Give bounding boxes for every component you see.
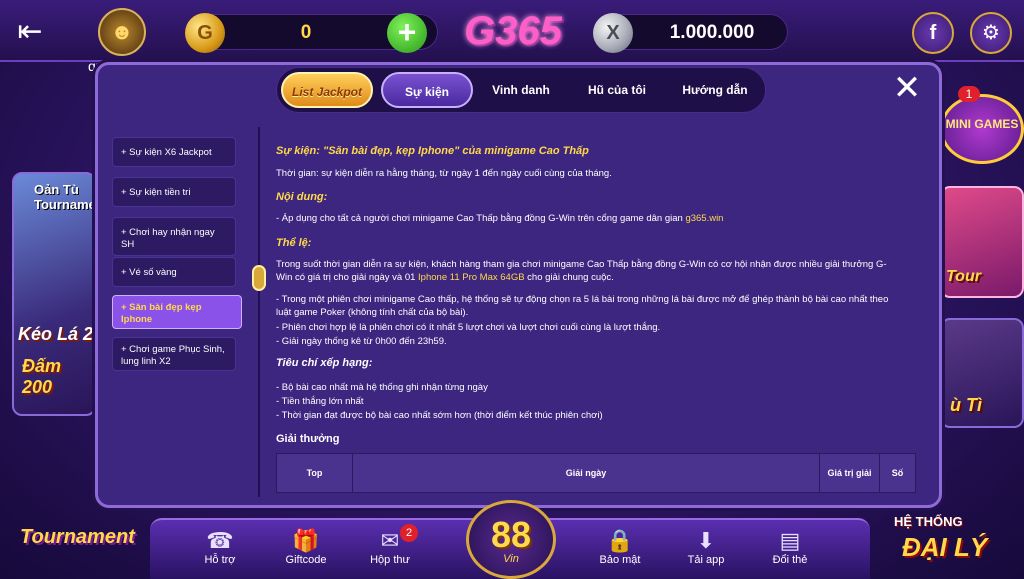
tab-honor[interactable]: Vinh danh <box>475 72 567 108</box>
site-link[interactable]: g365.win <box>685 213 723 224</box>
menu-item-x6-jackpot[interactable]: + Sự kiện X6 Jackpot <box>112 137 236 167</box>
game-label: ù Tì <box>950 395 982 415</box>
gold-balance-bar: G 0 + <box>185 13 438 53</box>
gold-coin-icon: G <box>185 13 225 53</box>
table-header-count: Số <box>879 453 916 493</box>
headset-icon: ☎ <box>206 528 234 553</box>
nav-giftcode-label: Giftcode <box>285 554 327 566</box>
prize-table: Top Giải ngày Giá trị giải Số <box>276 453 916 493</box>
menu-item-lottery[interactable]: + Vé số vàng <box>112 257 236 287</box>
gold-balance: 0 <box>300 22 312 43</box>
nav-inbox[interactable]: ✉ Hộp thư 2 <box>358 524 422 566</box>
event-modal: List Jackpot Sự kiện Vinh danh Hũ của tô… <box>95 62 942 508</box>
exit-icon[interactable]: ⇤ <box>10 14 50 50</box>
promo-title: Oản Tù Tournament <box>34 182 96 212</box>
silver-balance: 1.000.000 <box>669 22 755 43</box>
agent-label-1: HỆ THỐNG <box>894 514 963 529</box>
divider-handle <box>252 265 266 291</box>
agent-system-button[interactable]: HỆ THỐNG ĐẠI LÝ <box>880 508 1010 578</box>
table-header-value: Giá trị giải <box>819 453 880 493</box>
silver-balance-bar: X 1.000.000 <box>593 13 788 53</box>
menu-item-iphone[interactable]: + Săn bài đẹp kẹp Iphone <box>112 295 242 329</box>
event-time: Thời gian: sự kiện diễn ra hằng tháng, t… <box>276 168 612 179</box>
game-promo-card[interactable]: ù Tì <box>940 318 1024 428</box>
tour-promo-card[interactable]: Tour <box>940 186 1024 298</box>
nav-inbox-label: Hộp thư <box>370 554 410 566</box>
prizes-heading: Giải thưởng <box>276 433 340 445</box>
gift-icon: 🎁 <box>292 528 320 553</box>
event-title: Sự kiện: "Săn bài đẹp, kẹp Iphone" của m… <box>276 145 589 157</box>
tab-list-jackpot[interactable]: List Jackpot <box>281 72 373 108</box>
logo-text: G365 <box>464 9 562 53</box>
nav-download-label: Tải app <box>687 554 725 566</box>
tab-my-pot[interactable]: Hũ của tôi <box>571 72 663 108</box>
nav-card-label: Đổi thẻ <box>772 554 808 566</box>
table-header-top: Top <box>276 453 353 493</box>
agent-label-2: ĐẠI LÝ <box>902 532 988 562</box>
tournament-label: Tournament <box>20 526 135 548</box>
content-heading: Nội dung: <box>276 191 328 203</box>
rules-text-end: cho giải chung cuộc. <box>524 272 614 283</box>
prize-highlight: Iphone 11 Pro Max 64GB <box>418 272 525 283</box>
facebook-icon[interactable]: f <box>912 12 954 54</box>
tournament-button[interactable]: Tournament <box>6 512 156 574</box>
menu-divider <box>258 127 260 497</box>
tab-events[interactable]: Sự kiện <box>381 72 473 108</box>
nav-giftcode[interactable]: 🎁 Giftcode <box>274 528 338 566</box>
menu-item-prediction[interactable]: + Sự kiện tiền tri <box>112 177 236 207</box>
center-logo-button[interactable]: 88 Vin <box>466 500 556 579</box>
criteria-3: - Thời gian đạt được bộ bài cao nhất sớm… <box>276 410 603 421</box>
nav-support[interactable]: ☎ Hỗ trợ <box>188 528 252 566</box>
promo-line-2: Đấm 200 <box>22 356 62 397</box>
avatar[interactable]: ☻ <box>98 8 146 56</box>
game-logo: G365 <box>448 0 578 66</box>
nav-card-exchange[interactable]: ▤ Đổi thẻ <box>758 528 822 566</box>
mini-games-badge: 1 <box>958 86 980 102</box>
nav-download[interactable]: ⬇ Tải app <box>674 528 738 566</box>
close-icon[interactable]: ✕ <box>889 71 925 107</box>
criteria-heading: Tiêu chí xếp hạng: <box>276 357 373 369</box>
tab-guide[interactable]: Hướng dẫn <box>669 72 761 108</box>
mini-games-button[interactable]: MINI GAMES <box>940 94 1024 164</box>
promo-line-1: Kéo Lá 2 <box>18 324 94 344</box>
inbox-badge: 2 <box>400 524 418 542</box>
download-icon: ⬇ <box>696 528 716 553</box>
silver-coin-icon: X <box>593 13 633 53</box>
rules-paragraph-4: - Giải ngày thống kê từ 0h00 đến 23h59. <box>276 336 447 347</box>
rules-paragraph-2: - Trong một phiên chơi minigame Cao thấp… <box>276 294 889 318</box>
lock-icon: 🔒 <box>606 528 634 553</box>
gear-icon[interactable]: ⚙ <box>970 12 1012 54</box>
criteria-1: - Bộ bài cao nhất mà hệ thống ghi nhận t… <box>276 382 488 393</box>
tour-label: Tour <box>946 268 981 285</box>
nav-support-label: Hỗ trợ <box>204 554 236 566</box>
rules-paragraph-1: Trong suốt thời gian diễn ra sự kiện, kh… <box>276 258 896 284</box>
menu-item-easter[interactable]: + Chơi game Phục Sinh, lung linh X2 <box>112 337 236 371</box>
table-header-daily: Giải ngày <box>352 453 820 493</box>
tournament-promo-card[interactable]: Oản Tù Tournament Kéo Lá 2 Đấm 200 <box>12 172 96 416</box>
nav-security[interactable]: 🔒 Bảo mật <box>588 528 652 566</box>
center-logo-sub: Vin <box>503 553 519 565</box>
rules-paragraph-3: - Phiên chơi hợp lệ là phiên chơi có ít … <box>276 322 661 333</box>
content-text: - Áp dụng cho tất cả người chơi minigame… <box>276 213 686 224</box>
tab-bar: List Jackpot Sự kiện Vinh danh Hũ của tô… <box>276 67 766 113</box>
card-icon: ▤ <box>779 528 801 553</box>
top-bar: ⇤ ☻ G 0 + G365 X 1.000.000 f ⚙ <box>0 0 1024 62</box>
content-line: - Áp dụng cho tất cả người chơi minigame… <box>276 212 896 225</box>
rules-heading: Thể lệ: <box>276 237 312 249</box>
criteria-2: - Tiền thắng lớn nhất <box>276 396 364 407</box>
menu-item-sh[interactable]: + Chơi hay nhận ngay SH <box>112 217 236 256</box>
event-content: Sự kiện: "Săn bài đẹp, kẹp Iphone" của m… <box>276 143 924 503</box>
nav-security-label: Bảo mật <box>599 554 641 566</box>
add-gold-button[interactable]: + <box>387 13 427 53</box>
